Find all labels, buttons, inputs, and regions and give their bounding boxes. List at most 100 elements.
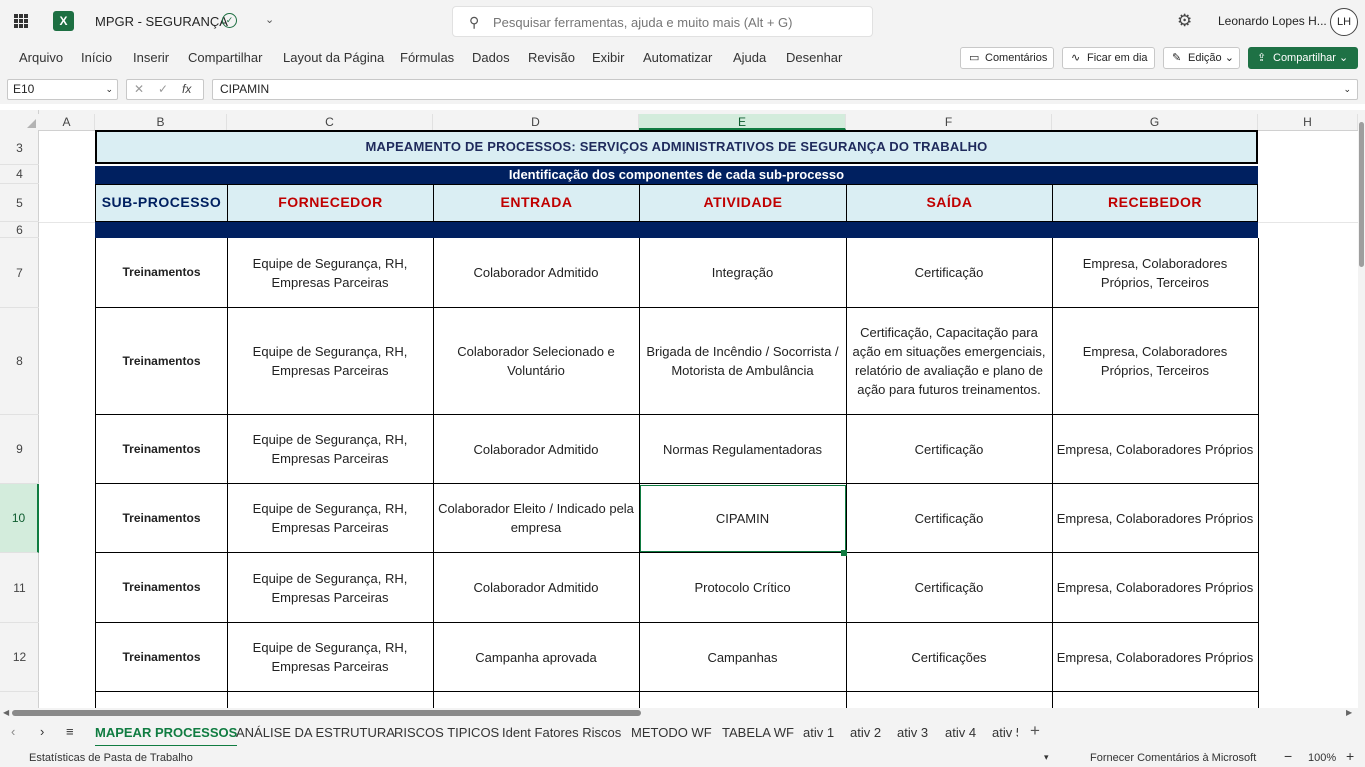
confirm-icon[interactable]: ✓ (158, 80, 168, 99)
sheet-tab-ident-fatores[interactable]: Ident Fatores Riscos (502, 725, 621, 740)
empty-cell[interactable] (1052, 692, 1259, 708)
scroll-left-icon[interactable]: ◀ (3, 708, 9, 717)
cell-saida[interactable]: Certificação (846, 415, 1053, 484)
tab-inserir[interactable]: Inserir (133, 50, 169, 65)
header-entrada[interactable]: ENTRADA (433, 184, 640, 222)
tab-exibir[interactable]: Exibir (592, 50, 625, 65)
cell-recebedor[interactable]: Empresa, Colaboradores Próprios, Terceir… (1052, 238, 1259, 308)
expand-formula-icon[interactable]: ⌄ (1343, 80, 1351, 99)
row-header-6[interactable]: 6 (0, 222, 39, 238)
cell-sub-processo[interactable]: Treinamentos (95, 553, 228, 623)
sheet-tab-tabela-wf[interactable]: TABELA WF (722, 725, 794, 740)
name-box[interactable]: E10 ⌄ (7, 79, 118, 100)
prev-sheet-icon[interactable]: ‹ (11, 724, 15, 739)
document-title[interactable]: MPGR - SEGURANÇA (95, 14, 228, 29)
header-recebedor[interactable]: RECEBEDOR (1052, 184, 1258, 222)
zoom-in-icon[interactable]: + (1346, 748, 1354, 764)
search-box[interactable]: ⚲ Pesquisar ferramentas, ajuda e muito m… (452, 6, 873, 37)
empty-cell[interactable] (846, 692, 1053, 708)
empty-cell[interactable] (639, 692, 847, 708)
chevron-down-icon[interactable]: ⌄ (265, 13, 274, 26)
cell-fornecedor[interactable]: Equipe de Segurança, RH, Empresas Parcei… (227, 238, 434, 308)
tab-dados[interactable]: Dados (472, 50, 510, 65)
share-button[interactable]: ⇪ Compartilhar ⌄ (1248, 47, 1358, 69)
workbook-statistics[interactable]: Estatísticas de Pasta de Trabalho (29, 752, 193, 764)
sheet-tab-metodo-wf[interactable]: METODO WF (631, 725, 712, 740)
cell-saida[interactable]: Certificação, Capacitação para ação em s… (846, 308, 1053, 415)
cell-recebedor[interactable]: Empresa, Colaboradores Próprios (1052, 484, 1259, 553)
formula-input[interactable]: CIPAMIN ⌄ (212, 79, 1358, 100)
cell-entrada[interactable]: Campanha aprovada (433, 623, 640, 692)
cell-saida[interactable]: Certificação (846, 484, 1053, 553)
row-header-10[interactable]: 10 (0, 484, 39, 553)
cell-fornecedor[interactable]: Equipe de Segurança, RH, Empresas Parcei… (227, 308, 434, 415)
cell-fornecedor[interactable]: Equipe de Segurança, RH, Empresas Parcei… (227, 623, 434, 692)
header-fornecedor[interactable]: FORNECEDOR (227, 184, 434, 222)
zoom-level[interactable]: 100% (1308, 752, 1336, 764)
feedback-link[interactable]: Fornecer Comentários à Microsoft (1090, 752, 1256, 764)
all-sheets-menu-icon[interactable]: ≡ (66, 724, 74, 739)
row-header-8[interactable]: 8 (0, 308, 39, 415)
cell-atividade[interactable]: Protocolo Crítico (639, 553, 847, 623)
cell-recebedor[interactable]: Empresa, Colaboradores Próprios (1052, 623, 1259, 692)
tab-ajuda[interactable]: Ajuda (733, 50, 766, 65)
horizontal-scrollbar[interactable]: ◀ ▶ (0, 708, 1365, 718)
column-header-b[interactable]: B (95, 114, 227, 130)
row-header-4[interactable]: 4 (0, 165, 39, 184)
vertical-scroll-thumb[interactable] (1359, 122, 1364, 267)
gear-icon[interactable]: ⚙ (1177, 11, 1192, 31)
cell-entrada[interactable]: Colaborador Admitido (433, 238, 640, 308)
cell-saida[interactable]: Certificação (846, 238, 1053, 308)
cell-recebedor[interactable]: Empresa, Colaboradores Próprios (1052, 553, 1259, 623)
sheet-tab-analise-estrutura[interactable]: ANÁLISE DA ESTRUTURA (236, 725, 395, 740)
tab-inicio[interactable]: Início (81, 50, 112, 65)
cell-fornecedor[interactable]: Equipe de Segurança, RH, Empresas Parcei… (227, 484, 434, 553)
cell-recebedor[interactable]: Empresa, Colaboradores Próprios (1052, 415, 1259, 484)
cell-atividade[interactable]: CIPAMIN (639, 484, 847, 553)
cell-atividade[interactable]: Brigada de Incêndio / Socorrista / Motor… (639, 308, 847, 415)
sheet-tab-mapear-processos[interactable]: MAPEAR PROCESSOS (95, 725, 238, 748)
column-header-h[interactable]: H (1258, 114, 1358, 130)
editing-mode-button[interactable]: ✎ Edição ⌄ (1163, 47, 1240, 69)
column-header-a[interactable]: A (39, 114, 95, 130)
tab-compartilhar[interactable]: Compartilhar (188, 50, 262, 65)
row-header-7[interactable]: 7 (0, 238, 39, 308)
cell-sub-processo[interactable]: Treinamentos (95, 623, 228, 692)
insert-function-icon[interactable]: fx (182, 80, 191, 99)
row-header-3[interactable]: 3 (0, 131, 39, 165)
next-sheet-icon[interactable]: › (40, 724, 44, 739)
cell-atividade[interactable]: Integração (639, 238, 847, 308)
tab-formulas[interactable]: Fórmulas (400, 50, 454, 65)
cell-entrada[interactable]: Colaborador Admitido (433, 415, 640, 484)
cell-recebedor[interactable]: Empresa, Colaboradores Próprios, Terceir… (1052, 308, 1259, 415)
cell-saida[interactable]: Certificação (846, 553, 1053, 623)
tab-revisao[interactable]: Revisão (528, 50, 575, 65)
sheet-title[interactable]: MAPEAMENTO DE PROCESSOS: SERVIÇOS ADMINI… (95, 130, 1258, 164)
fill-handle[interactable] (841, 550, 847, 556)
tab-automatizar[interactable]: Automatizar (643, 50, 712, 65)
sheet-tab-ativ-2[interactable]: ativ 2 (850, 725, 881, 740)
catch-up-button[interactable]: ∿ Ficar em dia (1062, 47, 1155, 69)
empty-cell[interactable] (95, 692, 228, 708)
cell-entrada[interactable]: Colaborador Selecionado e Voluntário (433, 308, 640, 415)
cell-sub-processo[interactable]: Treinamentos (95, 238, 228, 308)
cell-atividade[interactable]: Normas Regulamentadoras (639, 415, 847, 484)
vertical-scrollbar[interactable] (1358, 110, 1365, 708)
row-header-9[interactable]: 9 (0, 415, 39, 484)
empty-cell[interactable] (227, 692, 434, 708)
scroll-right-icon[interactable]: ▶ (1346, 708, 1352, 717)
chevron-down-icon[interactable]: ▾ (1044, 752, 1049, 763)
sheet-tab-riscos-tipicos[interactable]: RISCOS TIPICOS (394, 725, 499, 740)
sheet-tab-ativ-5[interactable]: ativ 5 (992, 725, 1018, 740)
cell-sub-processo[interactable]: Treinamentos (95, 484, 228, 553)
empty-cell[interactable] (433, 692, 640, 708)
comments-button[interactable]: ▭ Comentários (960, 47, 1054, 69)
chevron-down-icon[interactable]: ⌄ (105, 80, 113, 99)
sheet-tab-ativ-1[interactable]: ativ 1 (803, 725, 834, 740)
cell-atividade[interactable]: Campanhas (639, 623, 847, 692)
cell-fornecedor[interactable]: Equipe de Segurança, RH, Empresas Parcei… (227, 415, 434, 484)
column-header-e[interactable]: E (639, 114, 846, 130)
horizontal-scroll-thumb[interactable] (12, 710, 641, 716)
header-saida[interactable]: SAÍDA (846, 184, 1053, 222)
header-atividade[interactable]: ATIVIDADE (639, 184, 847, 222)
